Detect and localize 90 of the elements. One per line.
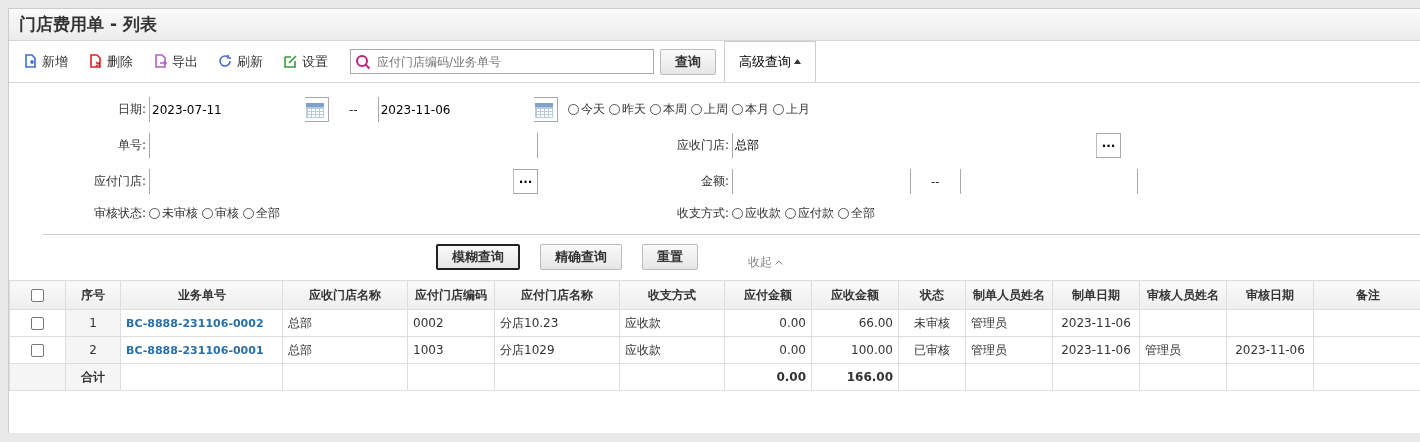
toolbar-button[interactable]: 导出 [147,46,204,77]
radio-option[interactable]: 全部 [243,205,280,222]
toolbar-button[interactable]: 删除 [82,46,139,77]
query-button[interactable]: 模糊查询 [436,244,520,270]
table-cell: 已审核 [898,336,966,364]
column-header: 备注 [1313,280,1420,310]
export-file-icon [153,54,168,69]
table-cell: 0.00 [724,336,812,364]
column-header: 应收金额 [811,280,899,310]
table-cell: 0002 [407,309,495,337]
field-label: 日期: [116,101,147,118]
table-cell: 未审核 [898,309,966,337]
radio-option[interactable]: 应付款 [785,205,834,222]
caret-icon [794,59,801,64]
radio-option[interactable]: 未审核 [149,205,198,222]
column-header: 应付门店名称 [494,280,620,310]
column-header: 制单人员姓名 [965,280,1053,310]
range-separator: -- [931,174,940,189]
radio-option[interactable]: 上月 [772,101,810,118]
column-header: 应付金额 [724,280,812,310]
total-cell [898,363,966,391]
toolbar-button[interactable]: 新增 [17,46,74,77]
radio-option[interactable]: 本周 [649,101,687,118]
field-label: 单号: [116,137,147,154]
field-label: 审核状态: [92,205,147,222]
column-header: 制单日期 [1052,280,1140,310]
table-cell: 管理员 [965,309,1053,337]
field-label: 收支方式: [675,205,730,222]
advanced-search-tab[interactable]: 高级查询 [724,41,816,82]
toolbar-button[interactable]: 设置 [277,46,334,77]
table-cell: 0.00 [724,309,812,337]
search-icon [355,53,371,70]
column-header: 审核人员姓名 [1139,280,1227,310]
radio-option[interactable]: 全部 [838,205,875,222]
table-cell: 管理员 [1139,336,1227,364]
date-field[interactable]: 2023-07-11 [149,97,329,122]
column-header: 业务单号 [120,280,283,310]
column-header: 应收门店名称 [282,280,408,310]
edit-icon [283,54,298,69]
field-label: 应收门店: [675,137,730,154]
column-header: 应付门店编码 [407,280,495,310]
row-checkbox[interactable] [31,344,44,357]
receiving-store-field[interactable]: 总部 ··· [732,133,1121,158]
delete-file-icon [88,54,103,69]
date-field[interactable]: 2023-11-06 [377,97,558,122]
order-link[interactable]: BC-8888-231106-0002 [120,309,283,337]
row-checkbox[interactable] [31,317,44,330]
toolbar-button[interactable]: 刷新 [212,46,269,77]
column-header: 序号 [65,280,121,310]
table-cell: 分店1029 [494,336,620,364]
table-cell: 2023-11-06 [1226,336,1314,364]
field-label: 应付门店: [92,173,147,190]
radio-option[interactable]: 应收款 [732,205,781,222]
table-cell: 分店10.23 [494,309,620,337]
column-header: 状态 [898,280,966,310]
calendar-icon[interactable] [305,100,325,119]
range-separator: -- [349,102,358,117]
radio-option[interactable]: 昨天 [608,101,646,118]
table-cell: 应收款 [619,336,725,364]
radio-option[interactable]: 上周 [690,101,728,118]
add-file-icon [23,54,38,69]
field-label: 金额: [699,173,730,190]
search-button[interactable]: 查询 [660,48,716,75]
refresh-icon [218,54,233,69]
column-header: 审核日期 [1226,280,1314,310]
table-cell: 100.00 [811,336,899,364]
table-cell: 1003 [407,336,495,364]
table-cell: 2023-11-06 [1052,336,1140,364]
table-cell: 应收款 [619,309,725,337]
radio-option[interactable]: 审核 [202,205,239,222]
search-field[interactable]: 应付门店编码/业务单号 [350,49,654,74]
order-link[interactable]: BC-8888-231106-0001 [120,336,283,364]
paying-store-field[interactable]: ··· [149,169,538,194]
table-cell: 66.00 [811,309,899,337]
query-button[interactable]: 重置 [642,244,698,270]
query-button[interactable]: 精确查询 [540,244,622,270]
radio-option[interactable]: 今天 [567,101,605,118]
collapse-link[interactable]: 收起 [742,252,789,272]
table-cell: 总部 [282,309,408,337]
radio-option[interactable]: 本月 [731,101,769,118]
total-cell: 0.00 [724,363,812,391]
table-cell: 管理员 [965,336,1053,364]
total-cell: 166.00 [811,363,899,391]
table-cell: 2023-11-06 [1052,309,1140,337]
table-cell: 总部 [282,336,408,364]
page-title: 门店费用单 - 列表 [19,13,157,36]
column-header: 收支方式 [619,280,725,310]
select-all-checkbox[interactable] [31,289,44,302]
calendar-icon[interactable] [533,100,554,119]
chevron-up-icon [775,259,783,265]
